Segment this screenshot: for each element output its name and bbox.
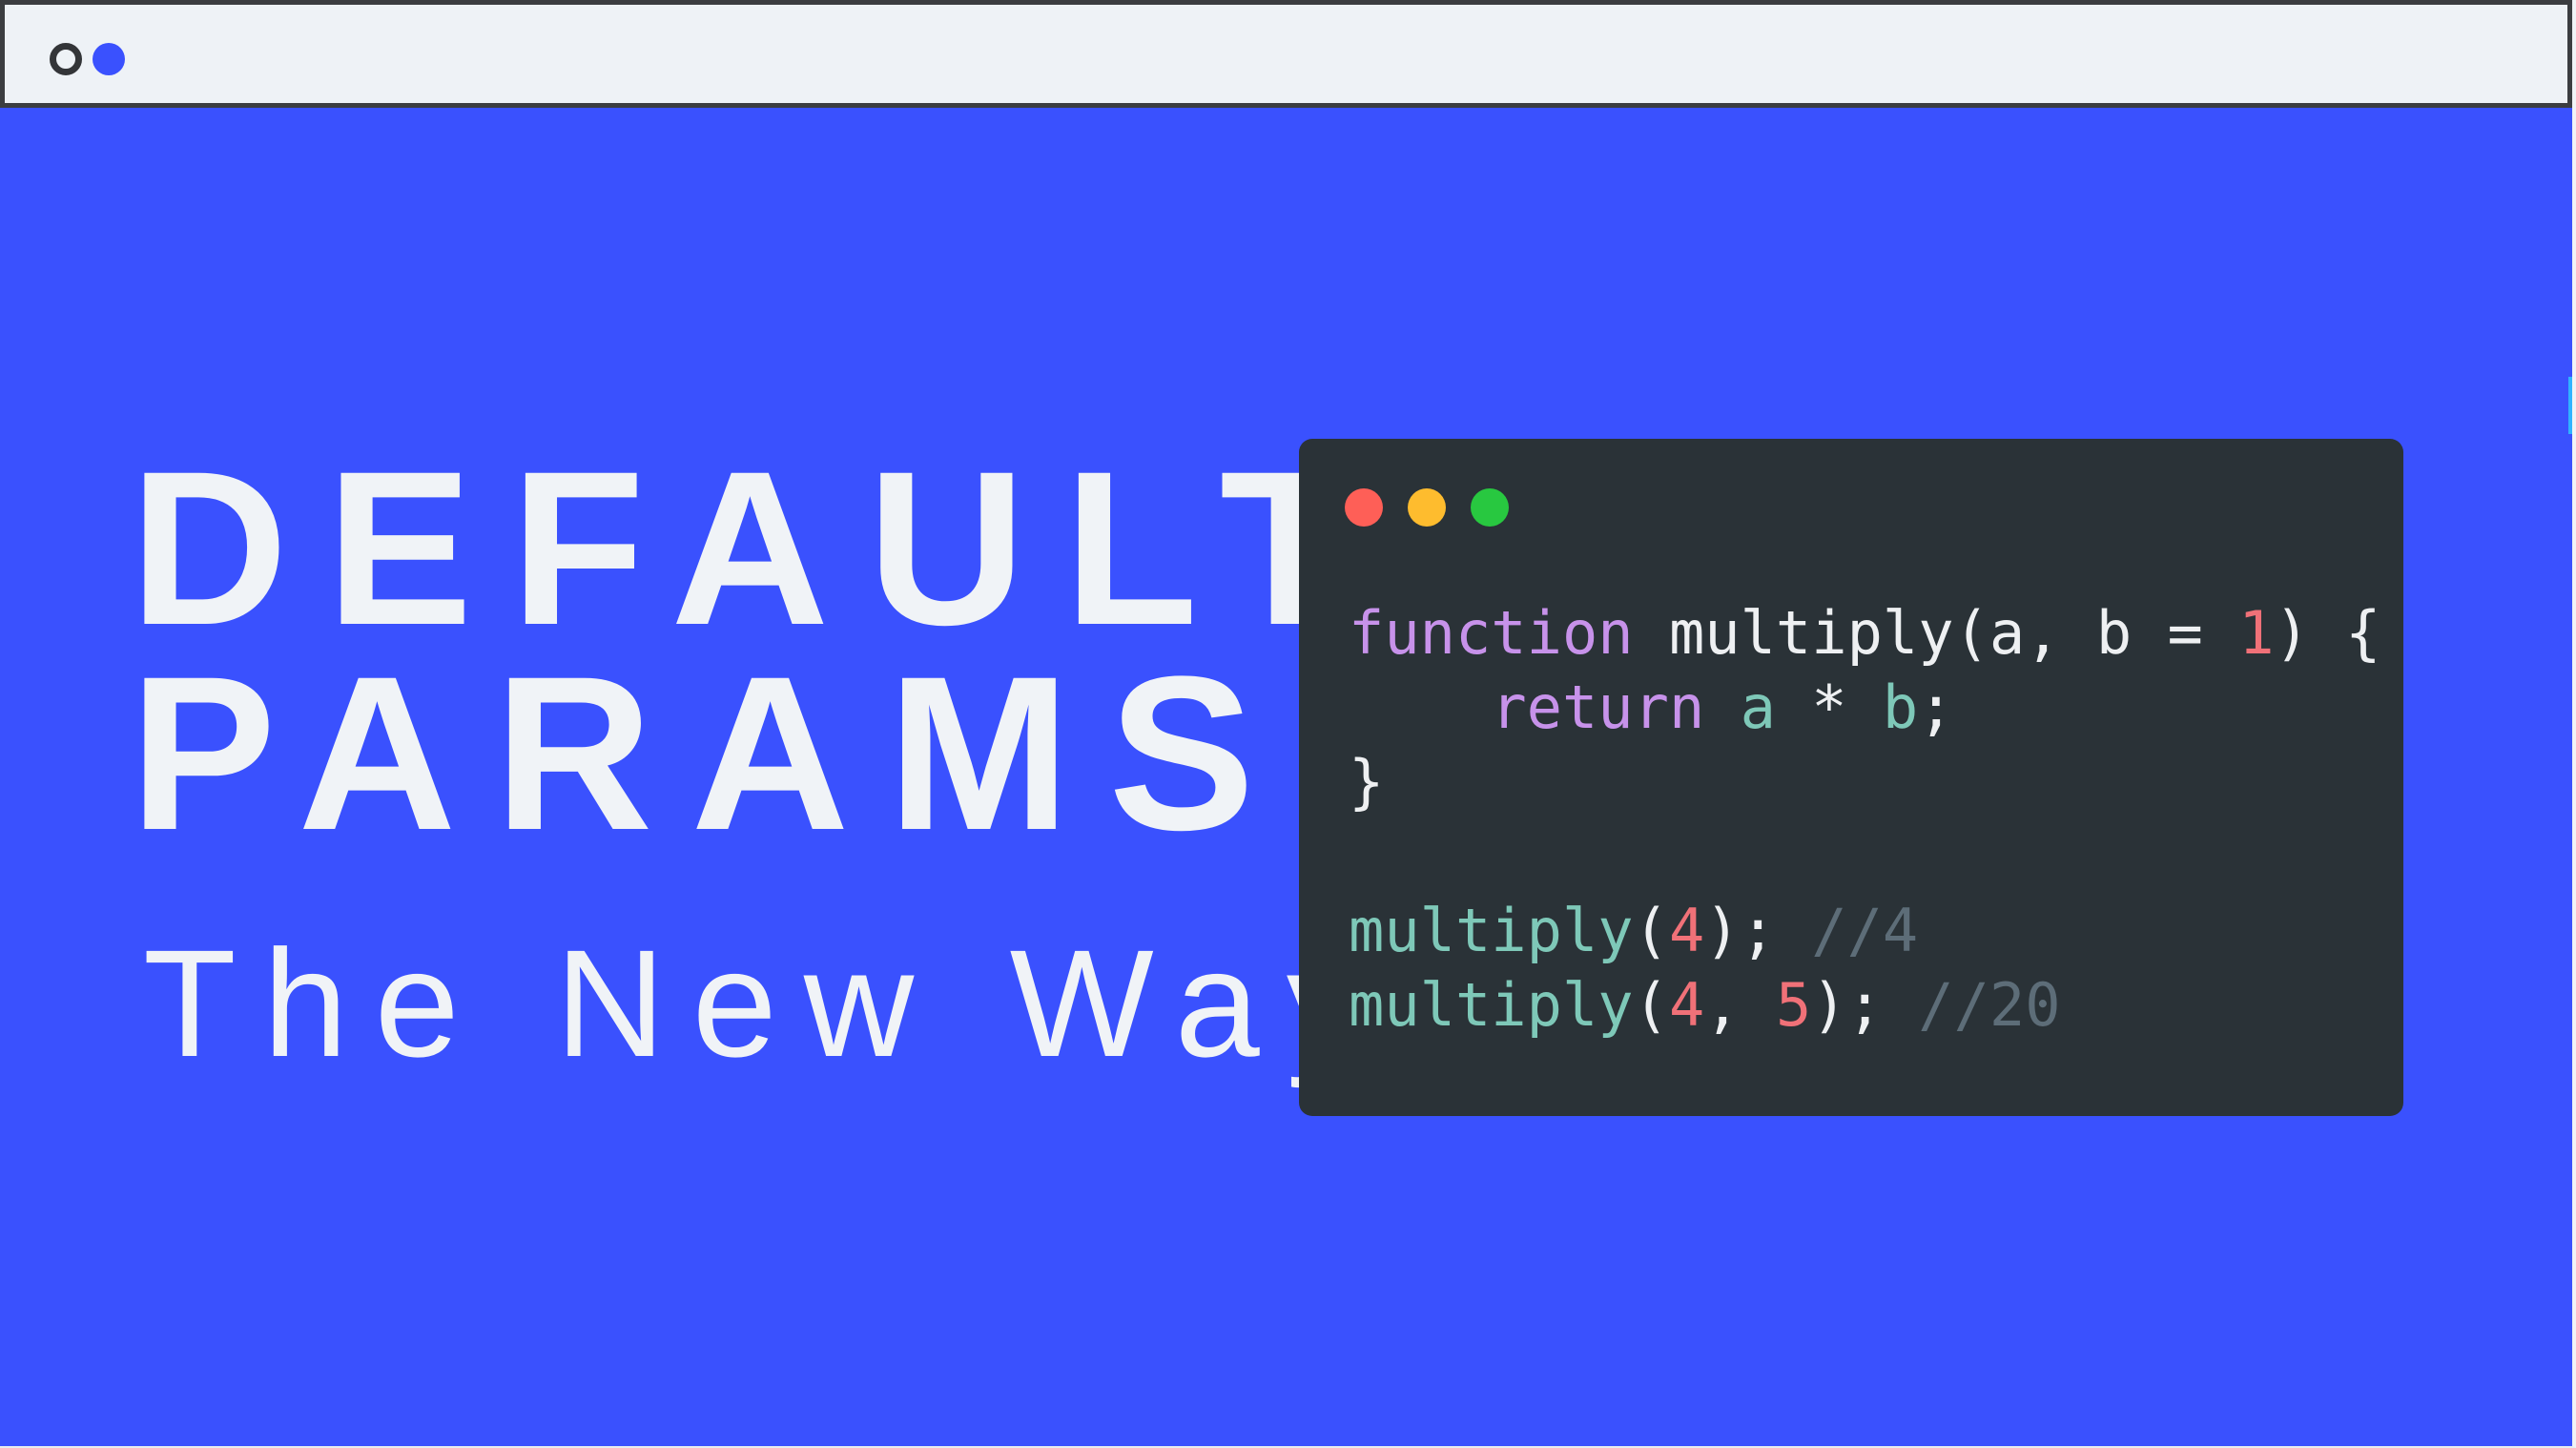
blue-dot-icon [93,43,125,75]
headline-line-2: PARAMS [130,631,1293,876]
code-snippet: function multiply(a, b = 1) { return a *… [1349,596,2381,1043]
outline-circle-icon [50,43,82,75]
thumbnail-frame: DEFAULT PARAMS The New Way function mult… [0,0,2576,1448]
code-window: function multiply(a, b = 1) { return a *… [1299,439,2403,1116]
headline-line-1: DEFAULT [130,425,1392,671]
right-edge-accent [2568,377,2572,434]
call-comma: , [1704,970,1776,1040]
keyword-function: function [1349,598,1634,668]
close-dot-icon [1345,488,1383,527]
call-close: ); [1704,896,1812,965]
variable-b: b [1882,672,1919,742]
semicolon: ; [1918,672,1954,742]
code-line-2: return a * b; [1349,672,1954,742]
comment: //20 [1918,970,2061,1040]
code-line-3: } [1349,747,1385,817]
browser-titlebar [0,0,2572,108]
call-arg-2: 5 [1775,970,1812,1040]
default-value: 1 [2238,598,2275,668]
call-arg-1: 4 [1668,970,1705,1040]
call-name: multiply [1349,896,1634,965]
zoom-dot-icon [1471,488,1509,527]
subtitle: The New Way [143,918,1390,1088]
code-line-5: multiply(4, 5); //20 [1349,970,2061,1040]
call-open: ( [1633,896,1669,965]
call-open: ( [1633,970,1669,1040]
signature-close: ) { [2274,598,2381,668]
call-arg-1: 4 [1668,896,1705,965]
call-name: multiply [1349,970,1634,1040]
variable-a: a [1704,672,1776,742]
function-signature: multiply(a, b = [1633,598,2239,668]
comment: //4 [1811,896,1919,965]
operator-multiply: * [1775,672,1883,742]
call-close: ); [1811,970,1919,1040]
minimize-dot-icon [1408,488,1446,527]
code-line-4: multiply(4); //4 [1349,896,1918,965]
keyword-return: return [1491,672,1705,742]
code-line-1: function multiply(a, b = 1) { [1349,598,2381,668]
